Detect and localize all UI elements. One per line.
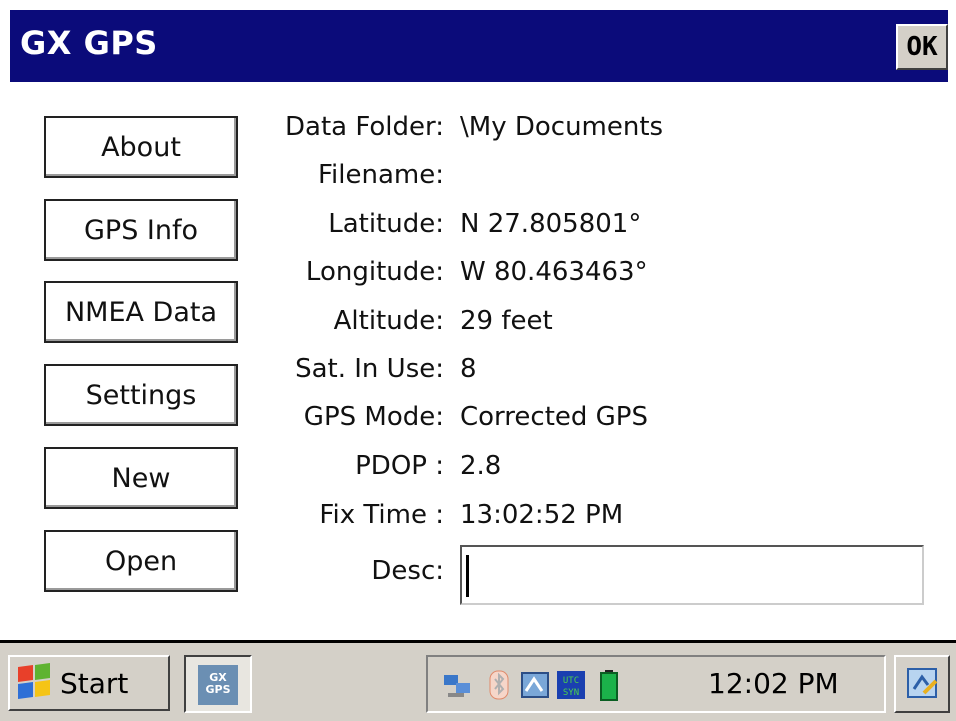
- fix-time-label: Fix Time :: [319, 500, 444, 530]
- battery-icon[interactable]: [594, 669, 624, 701]
- taskbar: Start GX GPS UTC SYN 12:02 PM: [0, 640, 956, 721]
- ok-button[interactable]: OK: [896, 24, 948, 70]
- start-label: Start: [60, 666, 129, 700]
- desc-input[interactable]: [460, 545, 924, 605]
- pdop-label: PDOP :: [355, 451, 444, 481]
- gx-gps-app-icon: GX GPS: [198, 665, 238, 705]
- svg-text:SYN: SYN: [563, 688, 579, 698]
- window-title: GX GPS: [20, 24, 158, 62]
- start-button[interactable]: Start: [8, 655, 170, 711]
- desktop-icon: [907, 668, 938, 698]
- title-bar: GX GPS OK: [10, 10, 948, 82]
- sat-in-use-label: Sat. In Use:: [295, 354, 444, 384]
- bluetooth-icon[interactable]: [484, 669, 514, 701]
- gps-mode-value: Corrected GPS: [460, 402, 648, 432]
- data-folder-value: \My Documents: [460, 112, 664, 142]
- nmea-data-button[interactable]: NMEA Data: [44, 281, 238, 343]
- pdop-value: 2.8: [460, 451, 502, 481]
- system-tray: UTC SYN 12:02 PM: [426, 655, 886, 713]
- data-folder-label: Data Folder:: [285, 112, 444, 142]
- windows-logo-icon: [18, 662, 52, 700]
- network-icon[interactable]: [442, 669, 472, 701]
- about-button[interactable]: About: [44, 116, 238, 178]
- app-icon-text: GX GPS: [205, 671, 231, 696]
- gps-mode-label: GPS Mode:: [303, 402, 444, 432]
- new-button[interactable]: New: [44, 447, 238, 509]
- latitude-value: N 27.805801°: [460, 209, 642, 239]
- gps-info-button[interactable]: GPS Info: [44, 199, 238, 261]
- latitude-label: Latitude:: [328, 209, 444, 239]
- svg-text:UTC: UTC: [563, 676, 579, 686]
- altitude-label: Altitude:: [333, 306, 444, 336]
- settings-button[interactable]: Settings: [44, 364, 238, 426]
- desc-label: Desc:: [371, 556, 444, 586]
- longitude-value: W 80.463463°: [460, 257, 648, 287]
- altitude-value: 29 feet: [460, 306, 553, 336]
- gx-gps-taskbar-button[interactable]: GX GPS: [184, 655, 252, 713]
- text-caret: [466, 555, 469, 597]
- show-desktop-button[interactable]: [894, 655, 950, 713]
- longitude-label: Longitude:: [305, 257, 444, 287]
- filename-label: Filename:: [317, 160, 444, 190]
- fix-time-value: 13:02:52 PM: [460, 500, 624, 530]
- connection-manager-icon[interactable]: [520, 669, 550, 701]
- sat-in-use-value: 8: [460, 354, 477, 384]
- open-button[interactable]: Open: [44, 530, 238, 592]
- utc-sync-icon[interactable]: UTC SYN: [556, 669, 586, 701]
- clock[interactable]: 12:02 PM: [708, 667, 839, 700]
